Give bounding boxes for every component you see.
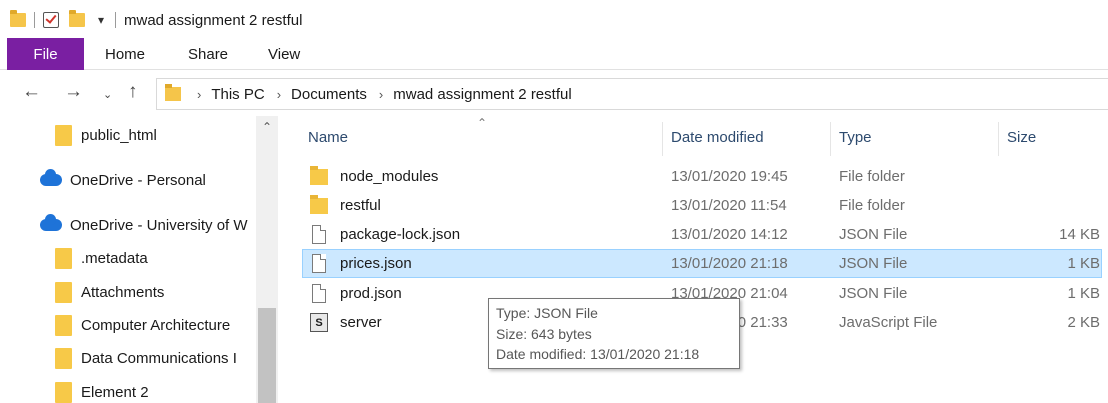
file-type: File folder	[839, 197, 905, 214]
folder-icon	[310, 194, 328, 214]
new-folder-icon[interactable]	[69, 10, 85, 27]
nav-item-element-2[interactable]: Element 2	[55, 379, 255, 403]
folder-icon	[55, 124, 72, 146]
onedrive-cloud-icon	[40, 169, 62, 186]
file-date: 13/01/2020 19:45	[671, 168, 788, 185]
folder-icon	[55, 347, 72, 369]
chevron-right-icon[interactable]: ›	[379, 87, 383, 102]
nav-pane-scrollbar[interactable]: ⌃	[256, 116, 278, 403]
nav-item-label: public_html	[81, 126, 157, 144]
breadcrumb-documents[interactable]: Documents	[291, 86, 367, 103]
tooltip-size: Size: 643 bytes	[496, 325, 592, 342]
file-type: JavaScript File	[839, 314, 938, 331]
folder-icon	[310, 165, 328, 185]
file-name: prod.json	[340, 285, 402, 302]
folder-icon	[55, 247, 72, 269]
tooltip-date: Date modified: 13/01/2020 21:18	[496, 346, 700, 362]
folder-icon	[55, 281, 72, 303]
title-bar: ▾ mwad assignment 2 restful	[0, 0, 1108, 40]
file-icon	[312, 254, 326, 273]
navigation-pane: public_html OneDrive - Personal OneDrive…	[0, 116, 280, 403]
divider	[115, 12, 116, 28]
file-name: prices.json	[340, 255, 412, 272]
nav-item-label: OneDrive - University of W	[70, 216, 248, 234]
nav-item-label: Element 2	[81, 383, 149, 401]
tab-home[interactable]: Home	[105, 38, 145, 70]
navigation-bar: ← → ⌄ ↑ › This PC › Documents › mwad ass…	[0, 74, 1108, 112]
file-name: node_modules	[340, 168, 439, 185]
breadcrumb-current-folder[interactable]: mwad assignment 2 restful	[393, 86, 571, 103]
file-date: 13/01/2020 11:54	[671, 197, 787, 214]
nav-item-label: .metadata	[81, 249, 148, 267]
file-name: package-lock.json	[340, 226, 461, 243]
nav-item-label: Computer Architecture	[81, 316, 231, 334]
folder-icon	[55, 314, 72, 336]
nav-item-label: Attachments	[81, 283, 165, 301]
file-icon	[312, 284, 326, 303]
nav-item-public-html[interactable]: public_html	[55, 122, 255, 148]
nav-item-onedrive-personal[interactable]: OneDrive - Personal	[40, 167, 255, 193]
file-size: 1 KB	[1067, 255, 1100, 272]
file-date: 13/01/2020 21:18	[671, 255, 788, 272]
nav-item-label: OneDrive - Personal	[70, 171, 206, 189]
divider	[34, 12, 35, 28]
file-type: JSON File	[839, 226, 908, 243]
scrollbar-thumb[interactable]	[258, 308, 276, 403]
nav-item-label: Data Communications I	[81, 349, 237, 367]
file-size: 1 KB	[1067, 285, 1100, 302]
file-row-prices-json-selected[interactable]: prices.json 13/01/2020 21:18 JSON File 1…	[302, 249, 1102, 278]
file-date: 13/01/2020 14:12	[671, 226, 788, 243]
breadcrumb-this-pc[interactable]: This PC	[211, 86, 264, 103]
file-info-tooltip: Type: JSON File Size: 643 bytes Date mod…	[488, 298, 740, 369]
column-header-date[interactable]: Date modified	[663, 122, 764, 152]
recent-locations-chevron-icon[interactable]: ⌄	[103, 85, 112, 105]
column-header-name[interactable]: Name	[300, 122, 348, 152]
properties-icon[interactable]	[43, 12, 59, 28]
file-row-restful[interactable]: restful 13/01/2020 11:54 File folder	[302, 191, 1102, 220]
column-header-type[interactable]: Type	[831, 122, 872, 152]
address-bar[interactable]: › This PC › Documents › mwad assignment …	[156, 78, 1108, 110]
file-icon	[312, 225, 326, 244]
file-name: server	[340, 314, 382, 331]
nav-item-computer-architecture[interactable]: Computer Architecture	[55, 312, 255, 338]
scroll-up-icon[interactable]: ⌃	[256, 120, 278, 134]
file-name: restful	[340, 197, 381, 214]
javascript-file-icon: S	[310, 313, 328, 332]
nav-item-onedrive-university[interactable]: OneDrive - University of W	[40, 212, 255, 238]
window-title: mwad assignment 2 restful	[124, 11, 303, 29]
file-size	[1002, 191, 1100, 220]
file-row-node-modules[interactable]: node_modules 13/01/2020 19:45 File folde…	[302, 162, 1102, 191]
up-arrow-icon[interactable]: ↑	[128, 82, 138, 102]
tab-file[interactable]: File	[7, 38, 84, 70]
customize-quick-access-icon[interactable]: ▾	[95, 14, 107, 26]
file-row-package-lock[interactable]: package-lock.json 13/01/2020 14:12 JSON …	[302, 220, 1102, 249]
file-size: 14 KB	[1059, 226, 1100, 243]
file-type: JSON File	[839, 255, 908, 272]
column-header-row: Name Date modified Type Size	[280, 122, 1108, 156]
back-arrow-icon[interactable]: ←	[22, 82, 41, 102]
tab-share[interactable]: Share	[188, 38, 228, 70]
tab-view[interactable]: View	[268, 38, 300, 70]
nav-item-metadata[interactable]: .metadata	[55, 245, 255, 271]
forward-arrow-icon[interactable]: →	[64, 82, 83, 102]
file-type: JSON File	[839, 285, 908, 302]
folder-icon	[10, 10, 26, 27]
file-type: File folder	[839, 168, 905, 185]
file-size: 2 KB	[1067, 314, 1100, 331]
ribbon: File Home Share View	[0, 38, 1108, 70]
chevron-right-icon[interactable]: ›	[277, 87, 281, 102]
chevron-right-icon[interactable]: ›	[197, 87, 201, 102]
folder-icon	[165, 84, 181, 101]
column-header-size[interactable]: Size	[999, 122, 1036, 152]
folder-icon	[55, 381, 72, 403]
nav-item-attachments[interactable]: Attachments	[55, 279, 255, 305]
file-size	[1002, 162, 1100, 191]
tooltip-type: Type: JSON File	[496, 305, 598, 321]
nav-item-data-communications[interactable]: Data Communications I	[55, 345, 255, 371]
onedrive-cloud-icon	[40, 214, 62, 231]
